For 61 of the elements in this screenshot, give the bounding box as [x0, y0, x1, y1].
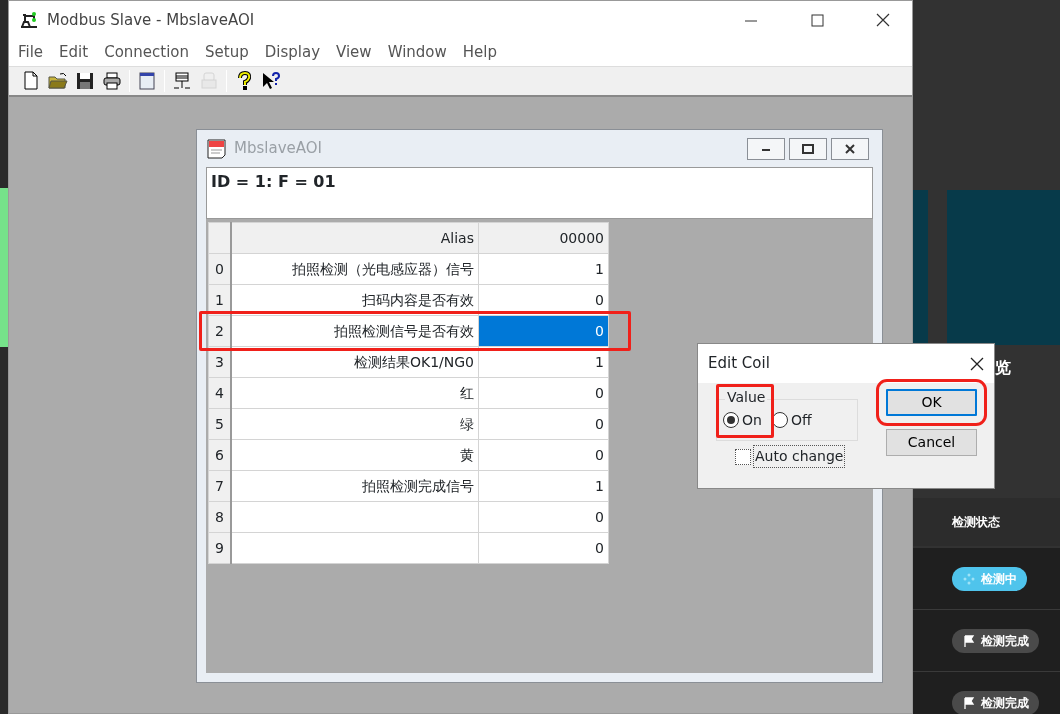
table-cell[interactable]: 0 [478, 315, 609, 347]
column-header: Alias [230, 222, 479, 254]
dialog-button[interactable]: Cancel [886, 429, 977, 456]
table-cell[interactable]: 1 [478, 346, 609, 378]
row-number: 9 [208, 532, 231, 564]
status-badge: 检测完成 [952, 690, 1039, 714]
table-cell: 拍照检测（光电感应器）信号 [230, 253, 479, 285]
table-cell[interactable]: 0 [478, 439, 609, 471]
menu-item[interactable]: Help [455, 41, 506, 64]
document-icon [206, 137, 228, 160]
row-number: 4 [208, 377, 231, 409]
menu-item[interactable]: View [329, 41, 381, 64]
pointer-question-icon[interactable] [261, 71, 281, 91]
status-badge: 检测中 [952, 566, 1027, 591]
dialog-title: Edit Coil [708, 353, 770, 375]
column-header: 检测状态 [952, 514, 1000, 531]
table-cell[interactable]: 0 [478, 284, 609, 316]
row-number: 5 [208, 408, 231, 440]
printer-icon[interactable] [102, 71, 122, 91]
table-cell[interactable]: 0 [478, 532, 609, 564]
table-cell: 红 [230, 377, 479, 409]
register-header: ID = 1: F = 01 [206, 167, 873, 219]
table-cell[interactable]: 1 [478, 253, 609, 285]
window-title: Modbus Slave - MbslaveAOI [47, 9, 255, 31]
menu-item[interactable]: Edit [52, 41, 98, 64]
restore-button[interactable] [800, 141, 816, 156]
menu-item[interactable]: File [11, 41, 53, 64]
radio-button[interactable]: Off [771, 409, 812, 431]
table-cell: 拍照检测信号是否有效 [230, 315, 479, 347]
menu-item[interactable]: Window [380, 41, 456, 64]
table-cell[interactable]: 1 [478, 470, 609, 502]
table-cell[interactable]: 0 [478, 501, 609, 533]
flag-icon [962, 633, 976, 648]
row-number: 0 [208, 253, 231, 285]
status-badge: 检测完成 [952, 628, 1039, 653]
table-cell: 拍照检测完成信号 [230, 470, 479, 502]
table-cell: 绿 [230, 408, 479, 440]
close-button[interactable] [842, 141, 858, 156]
flag-icon [962, 695, 976, 710]
window-title: MbslaveAOI [234, 138, 322, 160]
row-number: 2 [208, 315, 231, 347]
table-cell[interactable]: 0 [478, 377, 609, 409]
window-icon[interactable] [137, 71, 157, 91]
new-file-icon[interactable] [21, 71, 41, 91]
menu-item[interactable]: Setup [198, 41, 258, 64]
table-cell: 扫码内容是否有效 [230, 284, 479, 316]
table-cell: 检测结果OK1/NG0 [230, 346, 479, 378]
app-icon [19, 11, 39, 29]
spinner-icon [962, 571, 976, 586]
radio-button[interactable]: On [723, 409, 762, 431]
row-number: 8 [208, 501, 231, 533]
folder-icon[interactable] [48, 71, 68, 91]
monitor-icon[interactable] [172, 71, 192, 91]
column-header: 00000 [478, 222, 609, 254]
row-number: 6 [208, 439, 231, 471]
table-cell[interactable]: 0 [478, 408, 609, 440]
row-number: 7 [208, 470, 231, 502]
heading-text: 览 [995, 357, 1011, 379]
menu-item[interactable]: Connection [97, 41, 199, 64]
menu-item[interactable]: Display [257, 41, 329, 64]
table-cell: 黄 [230, 439, 479, 471]
